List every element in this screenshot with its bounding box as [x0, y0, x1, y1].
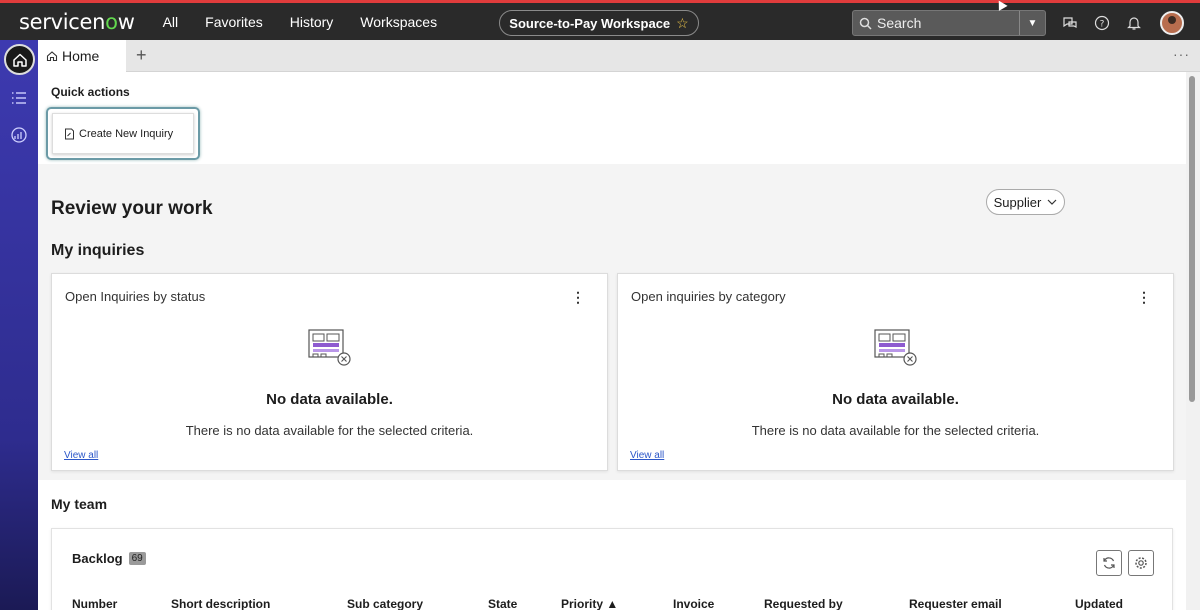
workspace-title: Source-to-Pay Workspace	[509, 15, 671, 31]
list-settings-button[interactable]	[1128, 550, 1154, 576]
create-new-inquiry-label: Create New Inquiry	[79, 127, 174, 140]
home-icon	[12, 53, 27, 67]
document-edit-icon	[65, 128, 74, 139]
nav-all[interactable]: All	[163, 14, 179, 30]
bell-icon[interactable]	[1125, 14, 1143, 32]
list-icon[interactable]	[10, 89, 28, 107]
column-header-invoice[interactable]: Invoice	[673, 597, 714, 610]
tab-home-label: Home	[62, 48, 100, 64]
backlog-list-card: Backlog 69 Number Short description Sub …	[51, 528, 1173, 610]
tab-home[interactable]: Home	[38, 40, 126, 72]
svg-text:?: ?	[1100, 20, 1105, 30]
no-data-title: No data available.	[832, 391, 959, 408]
column-header-short-description[interactable]: Short description	[171, 597, 270, 610]
column-header-requester-email[interactable]: Requester email	[909, 597, 1002, 610]
view-all-link[interactable]: View all	[64, 450, 98, 461]
tab-bar: Home + ···	[38, 40, 1200, 72]
nav-favorites[interactable]: Favorites	[205, 14, 263, 30]
backlog-label: Backlog	[72, 551, 123, 566]
no-data-subtitle: There is no data available for the selec…	[751, 423, 1040, 438]
vertical-scrollbar[interactable]	[1189, 76, 1195, 402]
search-dropdown-chevron-icon[interactable]: ▼	[1019, 11, 1045, 35]
kebab-menu-icon[interactable]: ⋮	[571, 289, 585, 306]
top-navigation-bar: servicenow All Favorites History Workspa…	[0, 0, 1200, 40]
star-icon[interactable]: ☆	[676, 15, 689, 32]
kebab-menu-icon[interactable]: ⋮	[1137, 289, 1151, 306]
workspace-pill[interactable]: Source-to-Pay Workspace ☆	[499, 10, 699, 36]
card-title: Open inquiries by category	[631, 289, 786, 304]
review-your-work-heading: Review your work	[51, 198, 213, 219]
servicenow-logo[interactable]: servicenow	[19, 10, 135, 34]
user-avatar[interactable]	[1160, 11, 1184, 35]
refresh-icon	[1103, 557, 1115, 569]
workspace-content: Quick actions Create New Inquiry Review …	[38, 72, 1186, 610]
home-button[interactable]	[4, 44, 35, 75]
column-header-updated[interactable]: Updated	[1075, 597, 1123, 610]
quick-actions-panel: Quick actions Create New Inquiry	[38, 72, 1186, 164]
column-header-state[interactable]: State	[488, 597, 517, 610]
left-sidebar	[0, 40, 38, 610]
main-nav: All Favorites History Workspaces	[163, 14, 464, 30]
nav-history[interactable]: History	[290, 14, 334, 30]
more-options-icon[interactable]: ···	[1173, 46, 1190, 62]
my-inquiries-heading: My inquiries	[51, 242, 145, 259]
my-team-heading: My team	[51, 496, 108, 512]
inquiries-by-category-card: Open inquiries by category ⋮ No data ava…	[617, 273, 1174, 471]
analytics-dashboard-icon[interactable]	[10, 126, 28, 144]
no-data-illustration-icon	[874, 329, 917, 366]
backlog-title: Backlog 69	[72, 551, 146, 566]
view-all-link[interactable]: View all	[630, 450, 664, 461]
card-title: Open Inquiries by status	[65, 289, 206, 304]
quick-action-focus-ring: Create New Inquiry	[46, 107, 200, 160]
chevron-down-icon	[1047, 199, 1057, 205]
chat-icon[interactable]	[1061, 14, 1079, 32]
refresh-button[interactable]	[1096, 550, 1122, 576]
nav-workspaces[interactable]: Workspaces	[360, 14, 437, 30]
help-icon[interactable]: ?	[1093, 14, 1111, 32]
column-header-requested-by[interactable]: Requested by	[764, 597, 843, 610]
no-data-illustration-icon	[308, 329, 351, 366]
backlog-count-badge: 69	[128, 552, 146, 565]
column-header-sub-category[interactable]: Sub category	[347, 597, 423, 610]
supplier-filter-dropdown[interactable]: Supplier	[986, 189, 1065, 215]
search-icon	[853, 17, 877, 30]
no-data-title: No data available.	[266, 391, 393, 408]
column-header-priority[interactable]: Priority ▲	[561, 597, 618, 610]
create-new-inquiry-button[interactable]: Create New Inquiry	[52, 113, 194, 154]
supplier-filter-label: Supplier	[993, 194, 1042, 210]
gear-icon	[1135, 557, 1147, 569]
inquiries-by-status-card: Open Inquiries by status ⋮ No data avail…	[51, 273, 608, 471]
column-header-number[interactable]: Number	[72, 597, 117, 610]
global-search[interactable]: Search ▼	[852, 10, 1046, 36]
quick-actions-title: Quick actions	[51, 85, 130, 99]
no-data-subtitle: There is no data available for the selec…	[185, 423, 474, 438]
home-icon	[46, 51, 58, 62]
add-tab-button[interactable]: +	[136, 45, 147, 66]
search-input[interactable]: Search	[877, 15, 921, 31]
